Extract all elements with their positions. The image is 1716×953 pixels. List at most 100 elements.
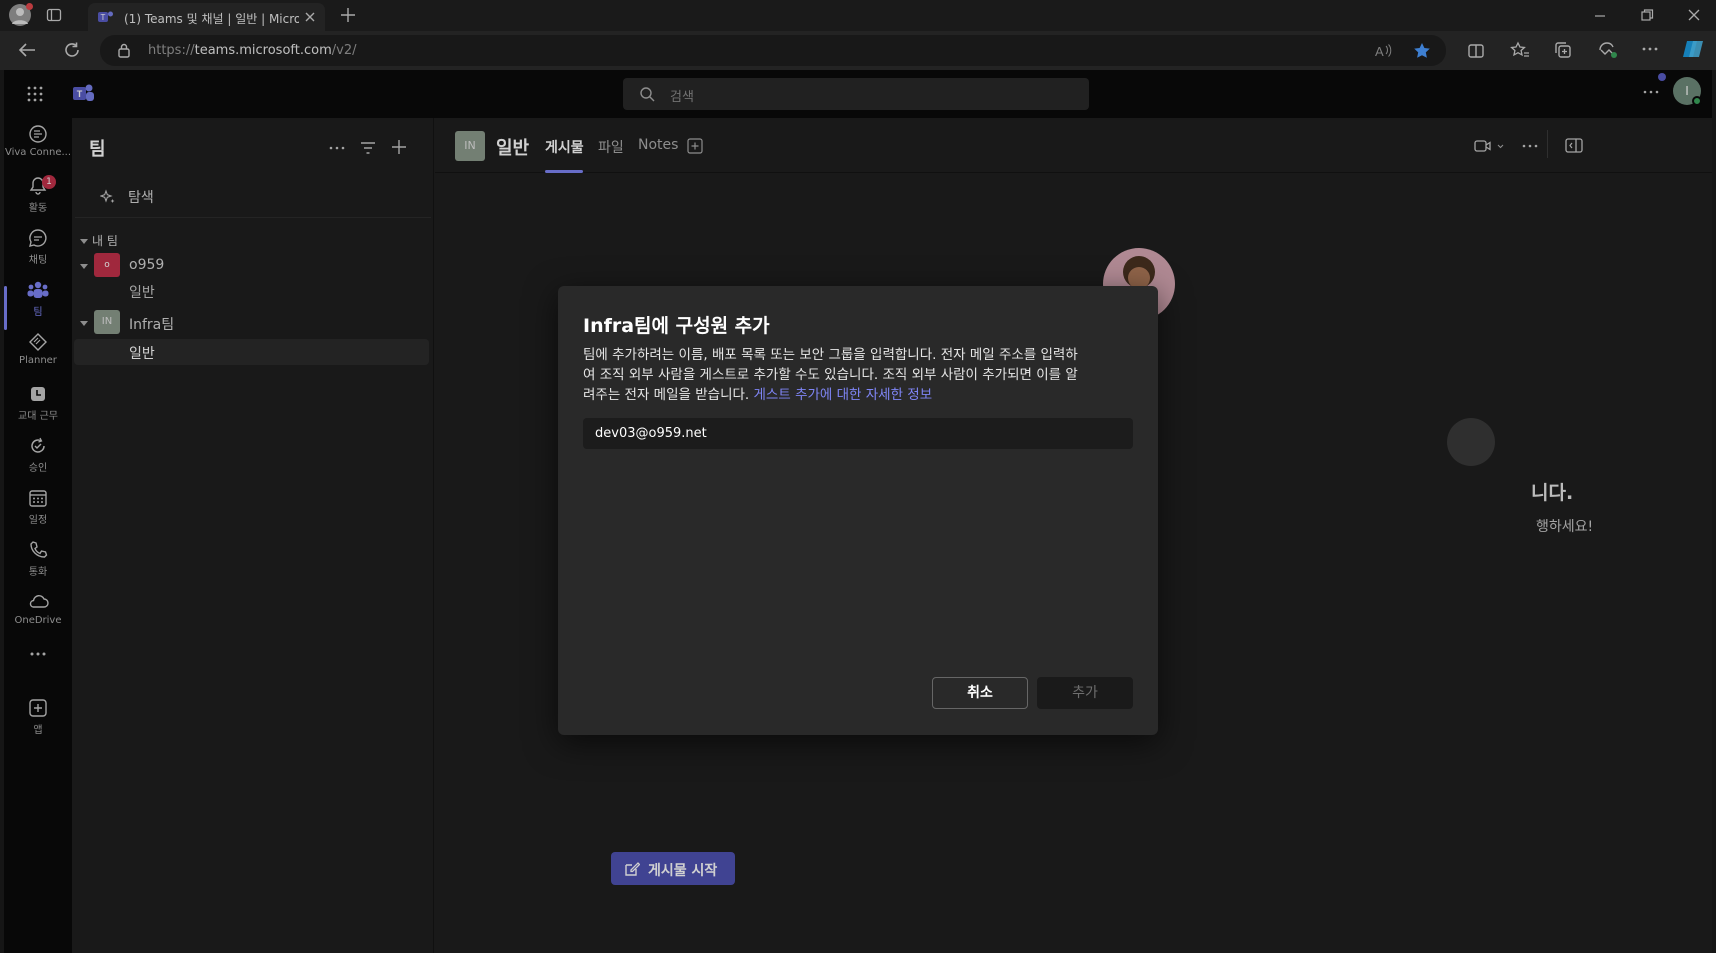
favorite-star-icon[interactable] bbox=[1413, 42, 1431, 60]
tab-notes[interactable]: Notes bbox=[638, 137, 678, 153]
app-rail: Viva Conne... 1 활동 채팅 팀 Planner 교대 근무 승인 bbox=[4, 118, 72, 953]
svg-text:T: T bbox=[101, 13, 106, 22]
team-row-o959[interactable]: o o959 bbox=[79, 251, 429, 279]
read-aloud-icon[interactable]: A bbox=[1374, 43, 1392, 59]
rail-label: Planner bbox=[19, 355, 57, 366]
favorites-icon[interactable] bbox=[1510, 41, 1530, 59]
panel-more-icon[interactable] bbox=[329, 140, 345, 156]
new-tab-icon[interactable] bbox=[340, 7, 356, 23]
empty-state-heading: 니다. bbox=[1531, 482, 1574, 504]
meet-video-icon[interactable] bbox=[1474, 138, 1504, 154]
channel-item-selected[interactable]: 일반 bbox=[74, 339, 429, 365]
start-post-label: 게시물 시작 bbox=[648, 863, 718, 879]
phone-icon bbox=[30, 541, 48, 558]
rail-item-calls[interactable]: 통화 bbox=[4, 540, 72, 596]
channel-more-icon[interactable] bbox=[1522, 138, 1538, 154]
add-button[interactable]: 추가 bbox=[1037, 677, 1133, 709]
user-avatar[interactable]: I bbox=[1673, 77, 1702, 106]
svg-text:A: A bbox=[1375, 44, 1384, 59]
cancel-button[interactable]: 취소 bbox=[932, 677, 1028, 709]
rail-label: 앱 bbox=[33, 725, 43, 736]
window-close-icon[interactable] bbox=[1687, 8, 1701, 22]
rail-label: 승인 bbox=[28, 463, 48, 474]
team-name: o959 bbox=[129, 257, 165, 273]
description-text: 려주는 전자 메일을 받습니다. bbox=[583, 387, 750, 403]
description-line-last: 려주는 전자 메일을 받습니다. 게스트 추가에 대한 자세한 정보 bbox=[583, 385, 1128, 405]
rail-item-shifts[interactable]: 교대 근무 bbox=[4, 384, 72, 440]
settings-more-icon[interactable] bbox=[1642, 83, 1660, 101]
rail-item-teams[interactable]: 팀 bbox=[4, 280, 72, 336]
split-screen-icon[interactable] bbox=[1467, 42, 1485, 60]
url-host: teams.microsoft.com bbox=[194, 43, 332, 58]
cloud-icon bbox=[29, 595, 49, 608]
add-tab-icon[interactable] bbox=[687, 138, 703, 154]
add-team-icon[interactable] bbox=[391, 139, 407, 155]
rail-item-viva[interactable]: Viva Conne... bbox=[4, 124, 72, 180]
viva-icon bbox=[29, 125, 47, 143]
address-bar[interactable]: https://teams.microsoft.com/v2/ A bbox=[100, 35, 1446, 66]
copilot-icon[interactable] bbox=[1681, 37, 1705, 61]
search-box[interactable]: 검색 bbox=[623, 78, 1089, 110]
rail-more-apps[interactable] bbox=[4, 644, 72, 674]
browser-tab-active[interactable]: T (1) Teams 및 채널 | 일반 | Microsoft Teams bbox=[88, 3, 325, 31]
rail-label: 팀 bbox=[33, 307, 43, 318]
channel-team-avatar: IN bbox=[455, 131, 485, 161]
compose-icon bbox=[625, 862, 640, 876]
sparkle-icon bbox=[100, 189, 116, 205]
rail-label: 교대 근무 bbox=[18, 411, 58, 422]
dialog-title: Infra팀에 구성원 추가 bbox=[583, 315, 770, 337]
tab-files[interactable]: 파일 bbox=[598, 137, 624, 157]
rail-item-planner[interactable]: Planner bbox=[4, 332, 72, 388]
lock-icon[interactable] bbox=[118, 43, 130, 58]
header-divider bbox=[1547, 130, 1548, 158]
more-apps-icon bbox=[30, 652, 46, 656]
panel-title: 팀 bbox=[89, 139, 106, 160]
start-post-button[interactable]: 게시물 시작 bbox=[611, 852, 735, 885]
member-input-value: dev03@o959.net bbox=[595, 426, 707, 441]
rail-item-approvals[interactable]: 승인 bbox=[4, 436, 72, 492]
more-icon[interactable] bbox=[1641, 40, 1659, 58]
restore-icon[interactable] bbox=[1640, 8, 1654, 22]
notification-dot bbox=[1658, 73, 1666, 81]
discover-row[interactable]: 탐색 bbox=[75, 174, 431, 218]
calendar-icon bbox=[29, 490, 47, 507]
filter-icon[interactable] bbox=[360, 140, 376, 156]
learn-more-link[interactable]: 게스트 추가에 대한 자세한 정보 bbox=[754, 387, 933, 403]
rail-item-chat[interactable]: 채팅 bbox=[4, 228, 72, 284]
tab-actions-icon[interactable] bbox=[46, 7, 62, 23]
open-pane-icon[interactable] bbox=[1565, 138, 1583, 154]
collections-icon[interactable] bbox=[1554, 41, 1572, 59]
rail-item-onedrive[interactable]: OneDrive bbox=[4, 592, 72, 648]
refresh-icon[interactable] bbox=[63, 41, 81, 59]
rail-item-apps[interactable]: 앱 bbox=[4, 698, 72, 754]
approvals-icon bbox=[31, 437, 45, 453]
tab-posts[interactable]: 게시물 bbox=[545, 137, 584, 157]
url-text[interactable]: https://teams.microsoft.com/v2/ bbox=[148, 43, 356, 58]
app-launcher-icon[interactable] bbox=[27, 86, 43, 102]
rail-label: OneDrive bbox=[14, 615, 62, 626]
back-icon[interactable] bbox=[18, 42, 36, 58]
rail-label: 활동 bbox=[28, 203, 48, 214]
channel-item[interactable]: 일반 bbox=[129, 282, 155, 302]
rail-item-calendar[interactable]: 일정 bbox=[4, 488, 72, 544]
rail-label: Viva Conne... bbox=[4, 147, 72, 158]
teams-top-bar: T 검색 I bbox=[4, 70, 1712, 118]
browser-toolbar: https://teams.microsoft.com/v2/ A bbox=[0, 31, 1716, 70]
illustration-circle bbox=[1447, 418, 1495, 466]
minimize-icon[interactable] bbox=[1593, 9, 1607, 23]
member-input[interactable]: dev03@o959.net bbox=[583, 418, 1133, 449]
teams-favicon-icon: T bbox=[98, 10, 114, 24]
teams-logo-icon: T bbox=[73, 83, 95, 103]
active-indicator bbox=[4, 286, 7, 330]
browser-essentials-icon[interactable] bbox=[1598, 41, 1618, 59]
team-name: Infra팀 bbox=[129, 317, 175, 333]
rail-item-activity[interactable]: 1 활동 bbox=[4, 175, 72, 232]
add-member-dialog: Infra팀에 구성원 추가 팀에 추가하려는 이름, 배포 목록 또는 보안 … bbox=[558, 286, 1158, 735]
description-line: 팀에 추가하려는 이름, 배포 목록 또는 보안 그룹을 입력합니다. 전자 메… bbox=[583, 347, 1078, 363]
search-icon bbox=[639, 86, 655, 102]
tab-close-icon[interactable] bbox=[304, 10, 316, 24]
section-label: 내 팀 bbox=[92, 234, 118, 248]
team-row-infra[interactable]: IN Infra팀 bbox=[79, 308, 429, 336]
profile-avatar[interactable] bbox=[9, 3, 33, 26]
team-avatar: o bbox=[94, 253, 120, 277]
